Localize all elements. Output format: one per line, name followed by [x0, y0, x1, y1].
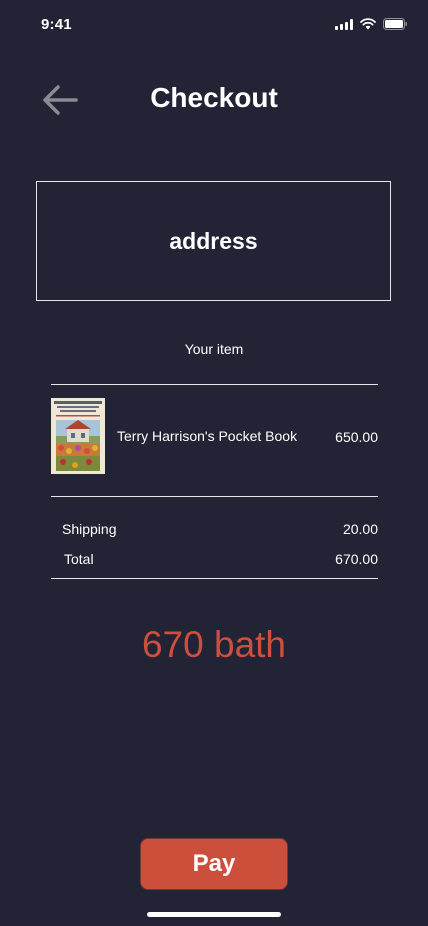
total-label: Total [64, 551, 94, 567]
book-cover-image [51, 398, 105, 474]
total-value: 670.00 [335, 551, 378, 567]
page-title: Checkout [150, 82, 278, 113]
address-box[interactable]: address [36, 181, 391, 301]
battery-icon [383, 18, 408, 30]
grand-total: 670 bath [141, 624, 287, 665]
list-item: Terry Harrison's Pocket Book 650.00 [51, 398, 378, 474]
divider [51, 496, 378, 497]
pay-button[interactable]: Pay [140, 838, 288, 890]
shipping-value: 20.00 [342, 521, 378, 537]
item-price: 650.00 [335, 429, 378, 445]
divider [51, 578, 378, 579]
wifi-icon [360, 18, 376, 30]
signal-icon [335, 18, 353, 30]
shipping-label: Shipping [62, 521, 117, 537]
home-indicator [147, 912, 281, 917]
status-bar: 9:41 [0, 0, 428, 50]
items-heading: Your item [184, 341, 244, 357]
item-name: Terry Harrison's Pocket Book [117, 428, 298, 444]
divider [51, 384, 378, 385]
address-label: address [169, 227, 258, 254]
status-time: 9:41 [41, 16, 72, 33]
status-icons [335, 18, 408, 30]
